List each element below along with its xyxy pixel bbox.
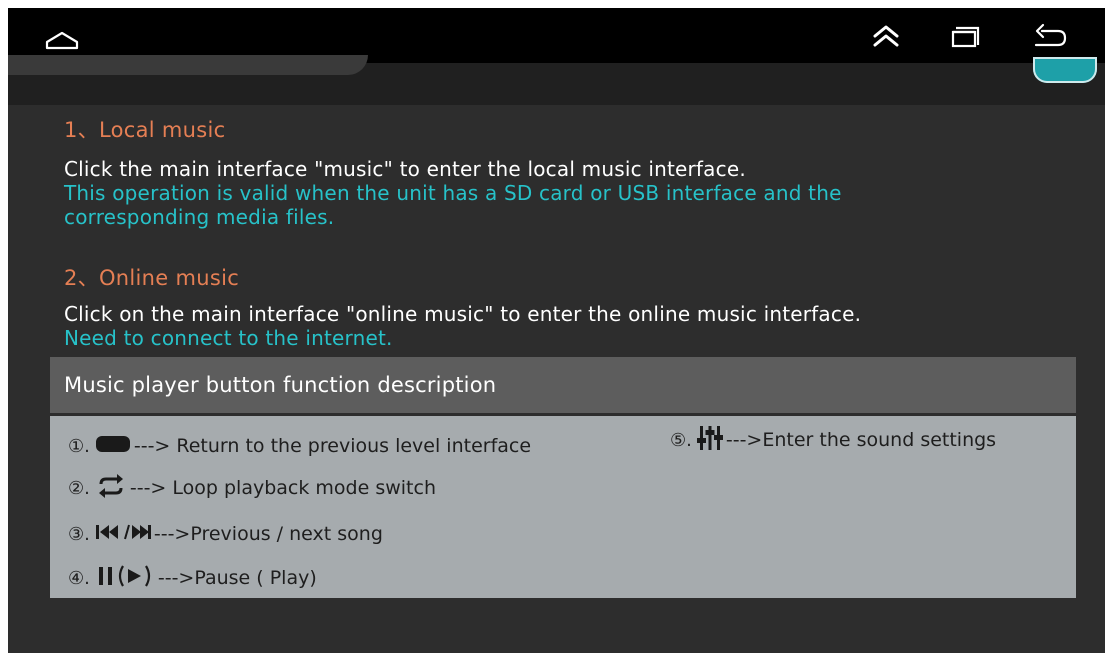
- home-button[interactable]: [42, 18, 82, 54]
- item-text: --->Pause ( Play): [157, 567, 317, 589]
- double-chevron-up-icon: [873, 25, 899, 47]
- prev-next-icon: [95, 522, 151, 547]
- collapse-button[interactable]: [866, 18, 906, 54]
- panel-title: Music player button function description: [50, 357, 1076, 413]
- item-number: ④.: [68, 567, 90, 589]
- item-number: ③.: [68, 523, 90, 545]
- item-sound-settings: ⑤. --->Enter the sound settings: [670, 424, 997, 457]
- back-pill-icon: [95, 435, 131, 458]
- local-music-heading: 1、Local music: [64, 118, 226, 142]
- home-icon: [45, 31, 79, 50]
- local-music-note-line1: This operation is valid when the unit ha…: [64, 181, 842, 205]
- item-text: --->Previous / next song: [153, 523, 383, 545]
- music-help-content: 1、Local music Click the main interface "…: [8, 105, 1105, 653]
- screen: 1、Local music Click the main interface "…: [8, 8, 1105, 653]
- item-number: ①.: [68, 435, 90, 457]
- recent-apps-button[interactable]: [945, 18, 985, 54]
- item-pause-play: ④. --->Pause ( Play): [68, 564, 317, 592]
- loop-icon: [95, 473, 127, 504]
- item-number: ②.: [68, 477, 90, 499]
- item-prev-next: ③. --->Previous / next song: [68, 520, 383, 548]
- local-music-note-line2: corresponding media files.: [64, 205, 335, 229]
- app-header-strip: [8, 55, 1105, 105]
- equalizer-icon: [696, 424, 723, 457]
- pause-play-icon: [95, 564, 155, 593]
- button-description-panel: ①. ---> Return to the previous level int…: [50, 416, 1076, 598]
- online-music-note: Need to connect to the internet.: [64, 326, 393, 350]
- back-arrow-icon: [1034, 23, 1067, 47]
- item-text: --->Enter the sound settings: [725, 429, 997, 451]
- header-right-tab[interactable]: [1033, 57, 1097, 83]
- item-text: ---> Loop playback mode switch: [129, 477, 436, 499]
- item-text: ---> Return to the previous level interf…: [133, 435, 532, 457]
- item-number: ⑤.: [670, 429, 692, 451]
- local-music-instruction: Click the main interface "music" to ente…: [64, 157, 746, 181]
- recent-apps-icon: [951, 26, 980, 48]
- item-loop: ②. ---> Loop playback mode switch: [68, 473, 436, 504]
- online-music-instruction: Click on the main interface "online musi…: [64, 302, 862, 326]
- online-music-heading: 2、Online music: [64, 266, 240, 290]
- back-button[interactable]: [1030, 18, 1070, 54]
- header-left-shape: [8, 55, 368, 75]
- item-return: ①. ---> Return to the previous level int…: [68, 432, 531, 460]
